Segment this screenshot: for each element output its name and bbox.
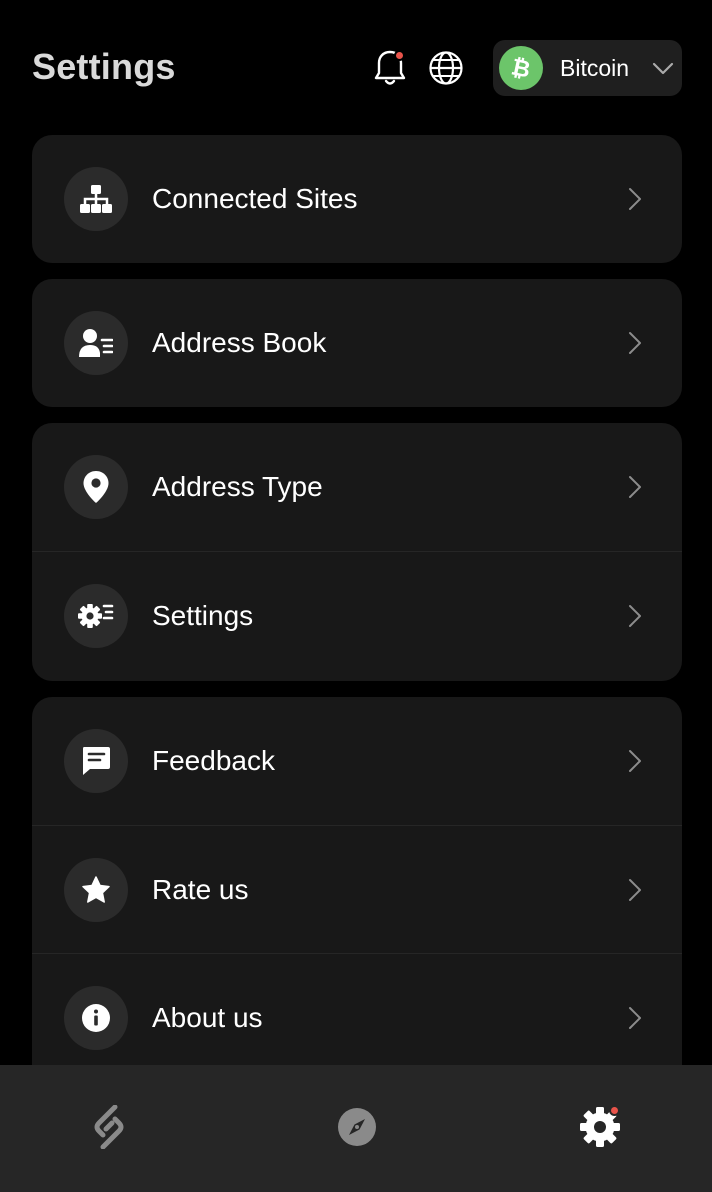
notifications-button[interactable] bbox=[370, 48, 410, 88]
language-button[interactable] bbox=[426, 48, 466, 88]
header: Settings ₿ Bitcoin bbox=[0, 0, 712, 136]
menu-item-label: Connected Sites bbox=[152, 183, 358, 214]
message-icon bbox=[64, 729, 128, 793]
menu-item-label: Address Book bbox=[152, 327, 327, 358]
wallet-logo-icon bbox=[94, 1105, 124, 1149]
menu-item-rate-us[interactable]: Rate us bbox=[32, 825, 682, 953]
location-pin-icon bbox=[64, 455, 128, 519]
bottom-nav bbox=[0, 1065, 712, 1192]
menu-item-connected-sites[interactable]: Connected Sites bbox=[32, 135, 682, 263]
info-icon bbox=[64, 986, 128, 1050]
chevron-right-icon bbox=[629, 476, 641, 498]
menu-item-label: Rate us bbox=[152, 874, 249, 905]
sitemap-icon bbox=[64, 167, 128, 231]
menu-item-address-book[interactable]: Address Book bbox=[32, 279, 682, 407]
notification-badge bbox=[609, 1105, 620, 1116]
svg-text:₿: ₿ bbox=[509, 54, 533, 82]
contact-list-icon bbox=[64, 311, 128, 375]
settings-group-sites: Connected Sites bbox=[32, 135, 682, 263]
chain-selector-label: Bitcoin bbox=[560, 54, 630, 81]
nav-settings[interactable] bbox=[578, 1105, 622, 1149]
chevron-right-icon bbox=[629, 879, 641, 901]
menu-item-feedback[interactable]: Feedback bbox=[32, 697, 682, 825]
chevron-down-icon bbox=[652, 62, 674, 75]
menu-item-label: Settings bbox=[152, 600, 254, 631]
nav-wallet[interactable] bbox=[87, 1105, 131, 1149]
page-title: Settings bbox=[32, 46, 176, 87]
nav-discover[interactable] bbox=[335, 1105, 379, 1149]
settings-group-address-book: Address Book bbox=[32, 279, 682, 407]
menu-item-label: Feedback bbox=[152, 745, 275, 776]
menu-item-settings[interactable]: Settings bbox=[32, 551, 682, 679]
gear-list-icon bbox=[64, 584, 128, 648]
menu-item-address-type[interactable]: Address Type bbox=[32, 423, 682, 551]
menu-item-about-us[interactable]: About us bbox=[32, 953, 682, 1081]
menu-item-label: Address Type bbox=[152, 471, 323, 502]
bitcoin-icon: ₿ bbox=[499, 46, 543, 90]
settings-group-address: Address Type Settings bbox=[32, 423, 682, 681]
chevron-right-icon bbox=[629, 332, 641, 354]
chevron-right-icon bbox=[629, 188, 641, 210]
globe-icon bbox=[429, 51, 463, 85]
menu-item-label: About us bbox=[152, 1002, 263, 1033]
chain-selector[interactable]: ₿ Bitcoin bbox=[493, 40, 682, 96]
star-icon bbox=[64, 858, 128, 922]
chevron-right-icon bbox=[629, 750, 641, 772]
chevron-right-icon bbox=[629, 1007, 641, 1029]
notification-badge bbox=[394, 50, 405, 61]
compass-icon bbox=[338, 1108, 376, 1146]
chevron-right-icon bbox=[629, 605, 641, 627]
settings-group-about: Feedback Rate us About us bbox=[32, 697, 682, 1117]
